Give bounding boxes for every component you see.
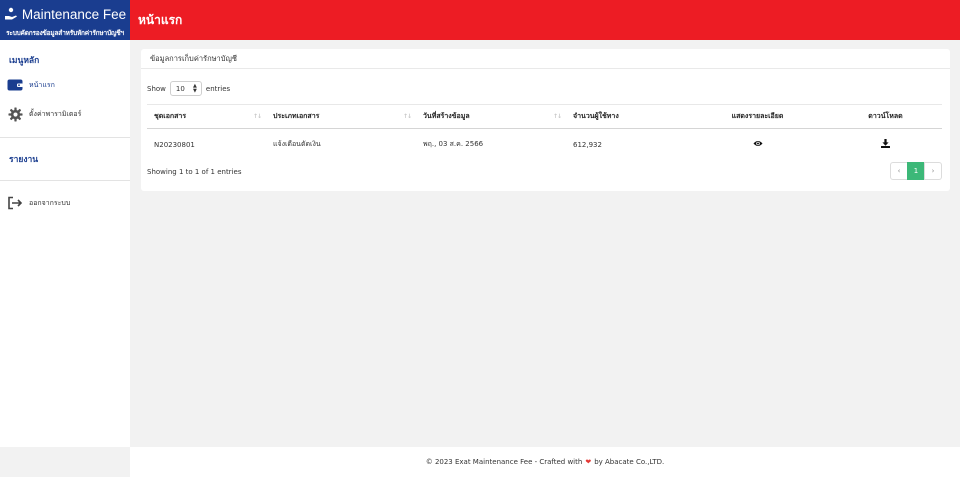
- table-info: Showing 1 to 1 of 1 entries: [147, 168, 242, 176]
- pagination: ‹ 1 ›: [890, 162, 942, 180]
- sidebar: Maintenance Fee ระบบคัดกรองข้อมูลสำหรับห…: [0, 0, 130, 447]
- download-icon[interactable]: [881, 139, 890, 150]
- logout-icon: [7, 195, 23, 211]
- col-header-doc-type[interactable]: ประเภทเอกสาร ↑↓: [266, 104, 416, 129]
- entries-length: Show 10 ▲ ▼ entries: [147, 81, 230, 96]
- col-header-view: แสดงรายละเอียด: [686, 104, 829, 129]
- footer: © 2023 Exat Maintenance Fee - Crafted wi…: [130, 447, 960, 477]
- table-row: N20230801 แจ้งเตือนตัดเงิน พฤ., 03 ส.ค. …: [147, 129, 942, 161]
- hand-coin-icon: [4, 6, 18, 25]
- brand[interactable]: Maintenance Fee ระบบคัดกรองข้อมูลสำหรับห…: [0, 0, 130, 40]
- cell-doc-type: แจ้งเตือนตัดเงิน: [273, 140, 321, 149]
- page-title: หน้าแรก: [138, 13, 183, 27]
- sort-icon: ↑↓: [402, 113, 412, 120]
- logout-button[interactable]: ออกจากระบบ: [0, 193, 130, 213]
- sort-arrows-icon: ▲ ▼: [193, 82, 197, 94]
- gear-icon: [7, 106, 23, 122]
- col-header-created[interactable]: วันที่สร้างข้อมูล ↑↓: [416, 104, 566, 129]
- show-label: Show: [147, 84, 166, 93]
- cell-created: พฤ., 03 ส.ค. 2566: [423, 140, 484, 149]
- data-card: ข้อมูลการเก็บค่ารักษาบัญชี Show 10 ▲ ▼ en…: [141, 49, 950, 191]
- eye-icon[interactable]: [753, 140, 763, 149]
- brand-title: Maintenance Fee: [21, 7, 127, 22]
- top-bar: หน้าแรก: [130, 0, 960, 40]
- entries-value: 10: [175, 84, 185, 93]
- main-menu-title: เมนูหลัก: [9, 56, 40, 66]
- next-page-button[interactable]: ›: [924, 162, 942, 180]
- sort-icon: ↑↓: [252, 113, 262, 120]
- sidebar-item-parameters[interactable]: ตั้งค่าพารามิเตอร์: [0, 104, 130, 124]
- data-table: ชุดเอกสาร ↑↓ ประเภทเอกสาร ↑↓ วันที่สร้างข้…: [147, 104, 942, 161]
- cell-count: 612,932: [573, 140, 602, 149]
- heart-icon: ❤: [585, 458, 592, 466]
- sidebar-item-label: หน้าแรก: [29, 80, 55, 89]
- sort-icon: ↑↓: [552, 113, 562, 120]
- entries-select[interactable]: 10 ▲ ▼: [169, 81, 202, 96]
- table-header-row: ชุดเอกสาร ↑↓ ประเภทเอกสาร ↑↓ วันที่สร้างข้…: [147, 104, 942, 129]
- card-title: ข้อมูลการเก็บค่ารักษาบัญชี: [150, 53, 238, 63]
- wallet-icon: [7, 77, 23, 93]
- cell-doc-set: N20230801: [154, 140, 195, 149]
- page-1-button[interactable]: 1: [907, 162, 925, 180]
- prev-page-button[interactable]: ‹: [890, 162, 908, 180]
- col-header-download: ดาวน์โหลด: [829, 104, 942, 129]
- brand-subtitle: ระบบคัดกรองข้อมูลสำหรับหักค่ารักษาบัญชีฯ: [6, 29, 124, 37]
- cell-view: [686, 129, 829, 161]
- footer-suffix: by Abacate Co.,LTD.: [594, 458, 665, 466]
- footer-prefix: © 2023 Exat Maintenance Fee - Crafted wi…: [425, 458, 583, 466]
- logout-label: ออกจากระบบ: [29, 198, 71, 207]
- report-title: รายงาน: [9, 155, 39, 165]
- sidebar-item-label: ตั้งค่าพารามิเตอร์: [29, 109, 82, 118]
- entries-label: entries: [205, 84, 231, 93]
- card-header: ข้อมูลการเก็บค่ารักษาบัญชี: [141, 49, 950, 69]
- cell-download: [829, 129, 942, 161]
- col-header-count: จำนวนผู้ใช้ทาง: [566, 104, 686, 129]
- col-header-doc-set[interactable]: ชุดเอกสาร ↑↓: [147, 104, 266, 129]
- sidebar-item-home[interactable]: หน้าแรก: [0, 75, 130, 95]
